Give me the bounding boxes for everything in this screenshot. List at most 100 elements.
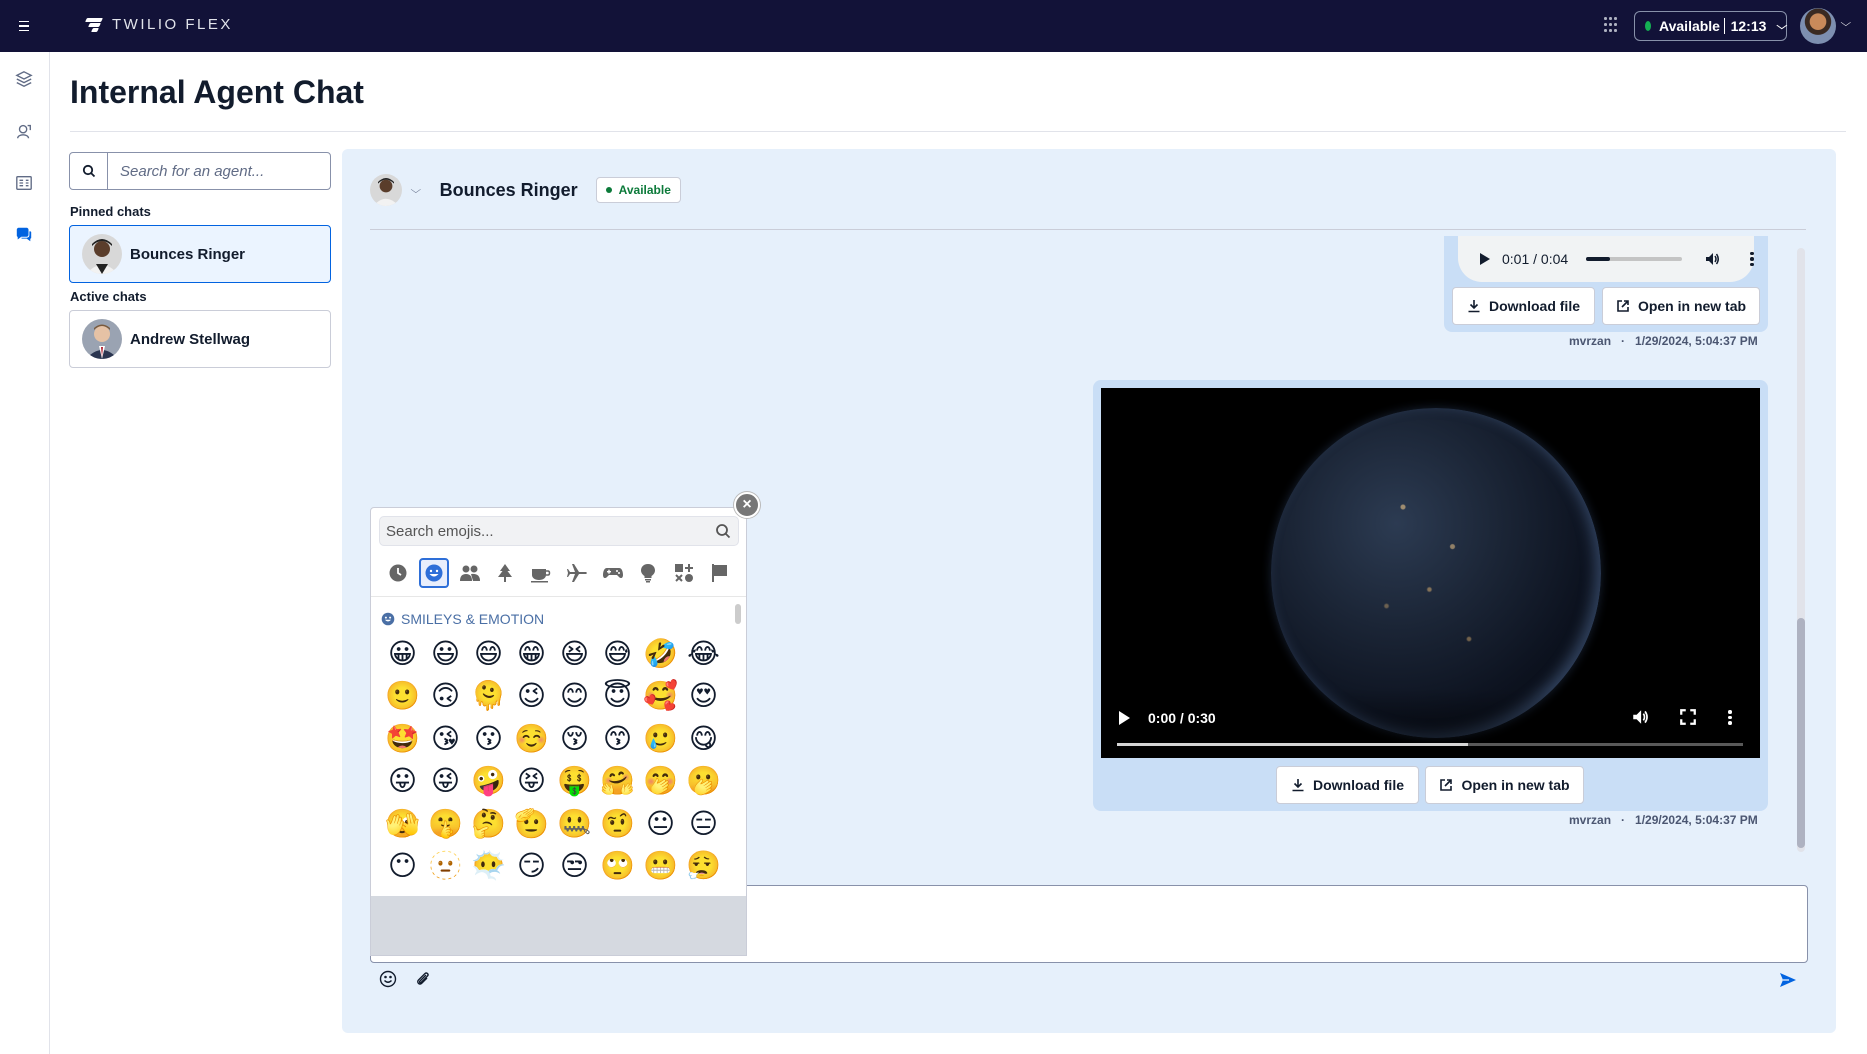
emoji-item[interactable]: 🙃 [424, 675, 467, 718]
emoji-item[interactable]: 🤣 [639, 632, 682, 675]
emoji-item[interactable]: 😝 [510, 760, 553, 803]
play-icon[interactable] [1480, 253, 1490, 265]
emoji-item[interactable]: 😑 [682, 802, 725, 845]
volume-icon[interactable] [1631, 708, 1649, 726]
video-player[interactable]: 0:00 / 0:30 [1101, 388, 1760, 758]
chat-icon[interactable] [13, 224, 35, 246]
chevron-down-icon: ⌵ [1776, 20, 1788, 32]
emoji-item[interactable]: 🫣 [381, 802, 424, 845]
agent-desktop-icon[interactable] [13, 120, 35, 142]
send-icon[interactable] [1778, 970, 1798, 990]
download-file-button[interactable]: Download file [1276, 766, 1419, 804]
close-icon[interactable]: × [734, 492, 760, 518]
queues-stats-icon[interactable] [13, 172, 35, 194]
emoji-categories [379, 556, 739, 590]
chevron-down-icon[interactable]: ⌵ [410, 185, 421, 196]
emoji-item[interactable]: 🫢 [682, 760, 725, 803]
smileys-category-icon[interactable] [418, 558, 449, 588]
open-new-tab-button[interactable]: Open in new tab [1602, 287, 1760, 325]
active-chat-item[interactable]: Andrew Stellwag [69, 310, 331, 368]
emoji-item[interactable]: 😂 [682, 632, 725, 675]
avatar[interactable] [370, 174, 402, 206]
emoji-item[interactable]: 😊 [553, 675, 596, 718]
emoji-item[interactable]: 😏 [510, 845, 553, 888]
emoji-item[interactable]: 🤪 [467, 760, 510, 803]
emoji-item[interactable]: 😁 [510, 632, 553, 675]
emoji-item[interactable]: ☺️ [510, 717, 553, 760]
message-author: mvrzan [1569, 334, 1612, 348]
volume-icon[interactable] [1704, 251, 1720, 267]
emoji-item[interactable]: 🥰 [639, 675, 682, 718]
audio-player[interactable]: 0:01 / 0:04 [1458, 236, 1754, 282]
emoji-item[interactable]: 😜 [424, 760, 467, 803]
emoji-item[interactable]: 🤑 [553, 760, 596, 803]
flags-category-icon[interactable] [705, 558, 735, 588]
paperclip-icon[interactable] [413, 969, 433, 989]
layers-icon[interactable] [13, 68, 35, 90]
emoji-search-input[interactable] [380, 522, 708, 540]
emoji-item[interactable]: 😐 [639, 802, 682, 845]
video-progress-slider[interactable] [1117, 743, 1743, 746]
emoji-icon[interactable] [378, 969, 398, 989]
emoji-item[interactable]: 😶‍🌫️ [467, 845, 510, 888]
emoji-item[interactable]: 🤔 [467, 802, 510, 845]
more-options-icon[interactable] [1728, 710, 1732, 725]
emoji-item[interactable]: 😮‍💨 [682, 845, 725, 888]
menu-icon[interactable] [14, 16, 34, 36]
agent-search-input[interactable] [108, 153, 330, 189]
emoji-item[interactable]: 🤗 [596, 760, 639, 803]
emoji-item[interactable]: 🫡 [510, 802, 553, 845]
emoji-item[interactable]: 😉 [510, 675, 553, 718]
recent-category-icon[interactable] [383, 558, 413, 588]
emoji-item[interactable]: 😅 [596, 632, 639, 675]
open-new-tab-button[interactable]: Open in new tab [1425, 766, 1584, 804]
objects-category-icon[interactable] [633, 558, 663, 588]
emoji-item[interactable]: 🙂 [381, 675, 424, 718]
people-category-icon[interactable] [455, 558, 485, 588]
symbols-category-icon[interactable] [669, 558, 699, 588]
emoji-item[interactable]: 😃 [424, 632, 467, 675]
emoji-item[interactable]: 🤫 [424, 802, 467, 845]
chevron-down-icon[interactable]: ⌵ [1840, 18, 1851, 29]
emoji-item[interactable]: 😘 [424, 717, 467, 760]
download-file-button[interactable]: Download file [1452, 287, 1595, 325]
emoji-item[interactable]: 😛 [381, 760, 424, 803]
food-category-icon[interactable] [526, 558, 556, 588]
emoji-item[interactable]: 😒 [553, 845, 596, 888]
emoji-item[interactable]: 🤩 [381, 717, 424, 760]
open-new-tab-label: Open in new tab [1461, 777, 1570, 793]
emoji-item[interactable]: 🤭 [639, 760, 682, 803]
emoji-item[interactable]: 😄 [467, 632, 510, 675]
play-icon[interactable] [1119, 711, 1130, 725]
emoji-item[interactable]: 😆 [553, 632, 596, 675]
emoji-item[interactable]: 🫠 [467, 675, 510, 718]
emoji-item[interactable]: 🤨 [596, 802, 639, 845]
emoji-item[interactable]: 😋 [682, 717, 725, 760]
activity-status-dropdown[interactable]: Available 12:13 ⌵ [1634, 11, 1788, 41]
pinned-chat-item[interactable]: Bounces Ringer [69, 225, 331, 283]
emoji-item[interactable]: 🥲 [639, 717, 682, 760]
messages-scrollbar[interactable] [1797, 248, 1805, 852]
audio-progress-slider[interactable] [1586, 257, 1683, 261]
emoji-item[interactable]: 😀 [381, 632, 424, 675]
nature-category-icon[interactable] [490, 558, 520, 588]
message-meta: mvrzan · 1/29/2024, 5:04:37 PM [1569, 334, 1758, 348]
scrollbar-thumb[interactable] [1797, 618, 1805, 848]
emoji-item[interactable]: 😍 [682, 675, 725, 718]
user-avatar[interactable] [1800, 8, 1836, 44]
apps-grid-icon[interactable] [1604, 17, 1618, 33]
emoji-item[interactable]: 😬 [639, 845, 682, 888]
emoji-item[interactable]: 😶 [381, 845, 424, 888]
emoji-item[interactable]: 🙄 [596, 845, 639, 888]
emoji-item[interactable]: 🫥 [424, 845, 467, 888]
emoji-item[interactable]: 😙 [596, 717, 639, 760]
activities-category-icon[interactable] [598, 558, 628, 588]
emoji-item[interactable]: 🤐 [553, 802, 596, 845]
emoji-item[interactable]: 😗 [467, 717, 510, 760]
travel-category-icon[interactable] [562, 558, 592, 588]
emoji-item[interactable]: 😚 [553, 717, 596, 760]
emoji-scrollbar[interactable] [735, 604, 741, 624]
emoji-item[interactable]: 😇 [596, 675, 639, 718]
fullscreen-icon[interactable] [1679, 708, 1697, 726]
more-options-icon[interactable] [1750, 251, 1754, 267]
